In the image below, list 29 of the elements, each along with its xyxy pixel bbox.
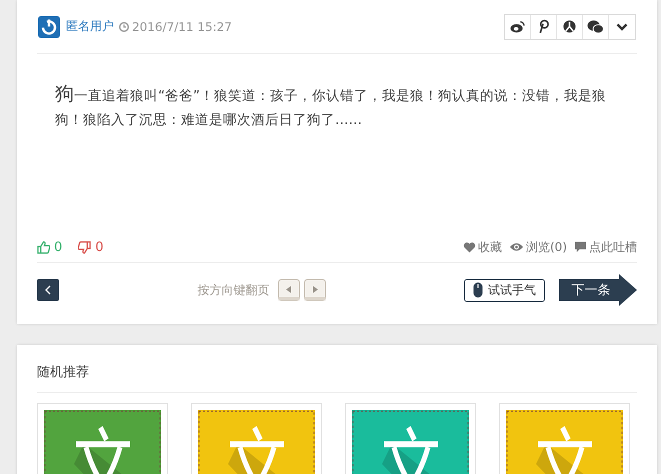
author-link[interactable]: 匿名用户	[66, 18, 114, 35]
thumbs-up-icon	[37, 240, 50, 254]
pin-icon	[538, 19, 549, 34]
next-button[interactable]: 下一条	[559, 274, 637, 306]
power-icon	[38, 16, 60, 38]
left-key-icon	[278, 279, 300, 301]
key-hint: 按方向键翻页	[198, 282, 270, 298]
clock-icon	[119, 22, 129, 32]
like-button[interactable]: 0	[37, 240, 62, 254]
previous-button[interactable]	[37, 279, 59, 301]
section-title: 随机推荐	[37, 345, 637, 393]
chevron-left-icon	[45, 285, 51, 295]
post-time: 2016/7/11 15:27	[132, 20, 232, 34]
weibo-icon	[510, 20, 525, 33]
action-link[interactable]: 浏览(0)	[509, 238, 567, 256]
action-link[interactable]: 点此吐槽	[574, 238, 637, 256]
dislike-button[interactable]: 0	[78, 240, 104, 254]
action-link[interactable]: 收藏	[463, 238, 502, 256]
wechat-icon	[587, 20, 604, 34]
heart-icon	[463, 242, 476, 252]
chevron-down-icon	[616, 22, 628, 30]
right-key-icon	[304, 279, 326, 301]
joke-text: 狗一直追着狼叫“爸爸”！狼笑道：孩子，你认错了，我是狼！狗认真的说：没错，我是狼狗！狼陷入了沉思：难道是哪次酒后日了狗了……	[54, 82, 607, 130]
random-button[interactable]: 试试手气	[464, 278, 545, 302]
mouse-icon	[473, 282, 483, 298]
people-icon	[563, 20, 576, 33]
comment-icon	[574, 241, 587, 253]
eye-icon	[509, 242, 524, 252]
thumbs-down-icon	[78, 240, 92, 254]
